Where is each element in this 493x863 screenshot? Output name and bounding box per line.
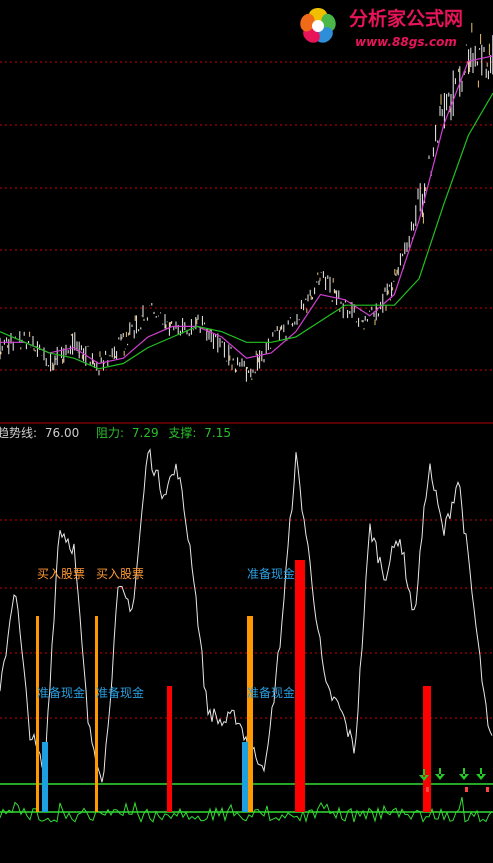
oscillator-panel <box>0 448 493 824</box>
flower-center <box>312 20 324 32</box>
signal-bar-red <box>295 560 305 812</box>
signal-bar-buy <box>36 616 39 812</box>
logo: 分析家公式网 www.88gs.com <box>300 7 463 49</box>
trend-line-label: 趋势线: <box>0 426 37 440</box>
moving-average-slow <box>0 92 493 370</box>
price-grid <box>0 61 493 371</box>
signal-bar-red <box>167 686 172 812</box>
logo-title: 分析家公式网 <box>349 7 463 30</box>
buy-arrow-icon <box>435 768 445 780</box>
signal-marker <box>465 787 468 792</box>
trend-line-value: 76.00 <box>45 426 79 440</box>
buy-stock-label: 准备现金 <box>247 566 295 581</box>
price-panel <box>0 22 493 382</box>
buy-stock-label: 买入股票 <box>96 567 144 581</box>
svg-text:阻力: 7.29 支撑:: 阻力: 7.29 支撑: 7.15 <box>96 425 231 440</box>
prepare-cash-label: 准备现金 <box>96 685 144 700</box>
buy-arrow-icon <box>459 768 469 780</box>
logo-url: www.88gs.com <box>355 35 457 49</box>
signal-bar-buy <box>95 616 98 812</box>
signal-marker <box>486 787 489 792</box>
svg-text:趋势线: 76.00: 趋势线: 76.00 <box>0 426 79 440</box>
flower-icon <box>300 8 336 43</box>
signal-annotations: 买入股票 买入股票 准备现金准备现金 准备现金 准备现金 <box>37 566 295 700</box>
support-label: 支撑: <box>168 425 196 440</box>
signal-bar-cash <box>242 742 248 812</box>
support-value: 7.15 <box>204 426 231 440</box>
indicator-header: 趋势线: 76.00 阻力: 7.29 支撑: 7.15 <box>0 425 231 440</box>
oscillator-line <box>0 448 493 783</box>
buy-stock-label: 买入股票 <box>37 567 85 581</box>
resistance-label: 阻力: <box>96 426 124 440</box>
buy-arrow-icon <box>476 768 486 780</box>
chart-stage: 趋势线: 76.00 阻力: 7.29 支撑: 7.15 买入股票 买入股票准备现… <box>0 0 493 859</box>
moving-average-fast <box>0 55 493 365</box>
signal-bar-cash <box>42 742 48 812</box>
prepare-cash-label: 准备现金 <box>37 685 85 700</box>
chart-canvas: 趋势线: 76.00 阻力: 7.29 支撑: 7.15 买入股票 买入股票准备现… <box>0 7 493 824</box>
signal-bar-red <box>423 686 431 812</box>
signal-marker <box>426 787 429 792</box>
resistance-value: 7.29 <box>132 426 159 440</box>
prepare-cash-label: 准备现金 <box>247 685 295 700</box>
